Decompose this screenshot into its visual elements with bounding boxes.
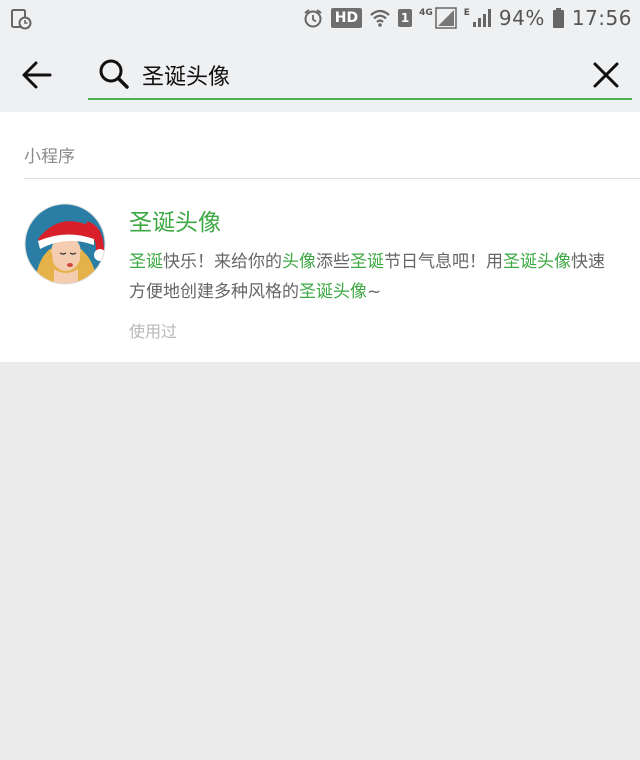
search-header: [0, 36, 640, 112]
search-underline: [88, 98, 632, 100]
clear-icon[interactable]: [592, 61, 620, 89]
status-icons: HD 1 4G E 94% 17:56: [302, 0, 632, 36]
network-type-4g: 4G: [419, 8, 433, 18]
back-arrow-icon[interactable]: [20, 58, 54, 92]
description-text: 节日气息吧！用: [384, 252, 503, 272]
description-highlight: 圣诞: [350, 252, 384, 272]
description-text: ~: [367, 282, 382, 302]
section-title-mini-programs: 小程序: [24, 147, 75, 167]
description-highlight: 头像: [282, 252, 316, 272]
network-type-e: E: [463, 8, 470, 18]
description-text: 添些: [316, 252, 350, 272]
sim-slot-badge: 1: [398, 9, 413, 27]
description-highlight: 圣诞: [129, 252, 163, 272]
battery-percent: 94%: [498, 6, 545, 30]
description-text: 快乐！来给你的: [163, 252, 282, 272]
app-clock-notification-icon: [11, 9, 32, 30]
result-used-label: 使用过: [129, 322, 178, 341]
signal-4g-icon: [435, 7, 457, 29]
wifi-icon: [370, 9, 390, 27]
description-highlight: 圣诞头像: [299, 282, 367, 302]
description-highlight: 圣诞头像: [503, 252, 571, 272]
search-icon: [99, 59, 129, 89]
status-bar: HD 1 4G E 94% 17:56: [0, 0, 640, 36]
result-description: 圣诞快乐！来给你的头像添些圣诞节日气息吧！用圣诞头像快速方便地创建多种风格的圣诞…: [129, 247, 619, 307]
result-item-mini-program[interactable]: 圣诞头像 圣诞快乐！来给你的头像添些圣诞节日气息吧！用圣诞头像快速方便地创建多种…: [0, 179, 640, 362]
hd-voice-badge: HD: [330, 8, 363, 28]
battery-icon: [552, 8, 564, 28]
clock: 17:56: [571, 6, 632, 30]
signal-icon: [472, 9, 491, 27]
search-results: 小程序 圣诞头像 圣诞快乐！来给你的头像添些圣诞节日气息吧！用圣诞头像快速方便地…: [0, 112, 640, 362]
search-input[interactable]: [142, 58, 542, 92]
result-title: 圣诞头像: [129, 210, 221, 236]
alarm-icon: [304, 9, 322, 28]
santa-hat-girl-avatar: [24, 203, 106, 285]
